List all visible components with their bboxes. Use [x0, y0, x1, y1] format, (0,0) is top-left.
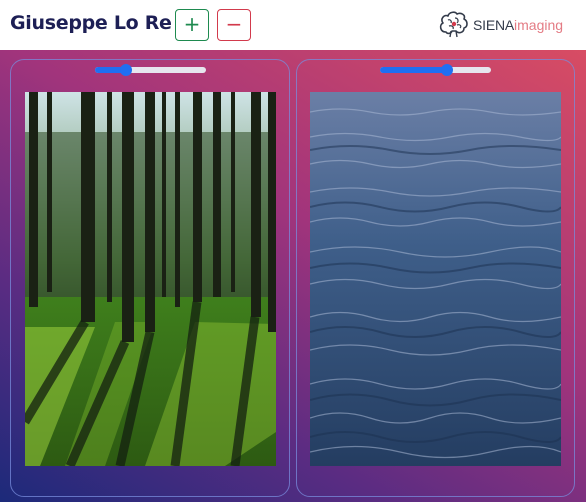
siena-imaging-logo: SIENAimaging	[437, 10, 577, 40]
slider-fill	[380, 67, 447, 73]
slider-thumb[interactable]	[120, 64, 133, 76]
ocean-water-photo	[310, 92, 561, 466]
slider-track	[380, 67, 491, 73]
image-workspace	[0, 50, 586, 502]
image-panel-forest	[10, 59, 290, 497]
image-panel-ocean	[296, 59, 575, 497]
add-button[interactable]: +	[175, 9, 209, 41]
top-bar: Giuseppe Lo Re + − SIENAimaging	[0, 0, 586, 50]
plus-icon: +	[183, 12, 201, 36]
brain-logo-icon	[439, 11, 468, 38]
slider-track	[95, 67, 206, 73]
logo-text: SIENAimaging	[473, 17, 564, 33]
minus-icon: −	[225, 12, 243, 36]
forest-photo	[25, 92, 276, 466]
slider-thumb[interactable]	[440, 64, 453, 76]
opacity-slider[interactable]	[380, 64, 491, 76]
user-name: Giuseppe Lo Re	[10, 12, 172, 34]
remove-button[interactable]: −	[217, 9, 251, 41]
opacity-slider[interactable]	[95, 64, 206, 76]
